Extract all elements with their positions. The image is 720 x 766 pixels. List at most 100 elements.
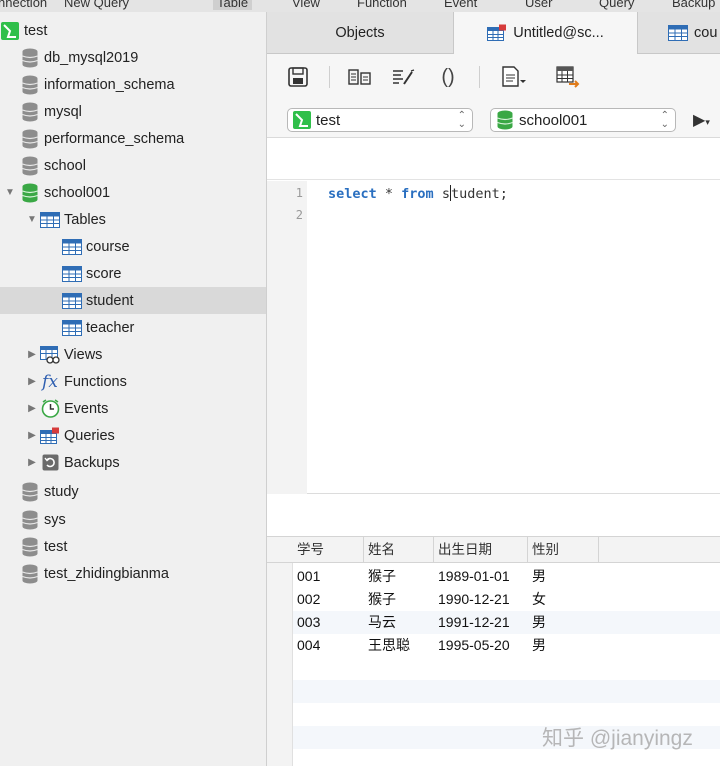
grid-cell[interactable]: 004 xyxy=(293,634,320,657)
disclosure-expanded-icon[interactable]: ▼ xyxy=(26,214,38,225)
database-select-value: school001 xyxy=(519,111,588,129)
database-icon xyxy=(20,537,40,557)
grid-cell[interactable]: 1989-01-01 xyxy=(434,565,510,588)
column-header[interactable]: 性别 xyxy=(528,537,599,563)
tree-db-school001[interactable]: ▼ school001 xyxy=(0,179,266,206)
menu-table[interactable]: Table xyxy=(213,0,253,10)
grid-cell[interactable]: 猴子 xyxy=(364,565,396,588)
menu-event[interactable]: Event xyxy=(444,0,477,10)
tree-table-student[interactable]: student xyxy=(0,287,266,314)
table-icon xyxy=(668,23,688,43)
tab-objects[interactable]: Objects xyxy=(267,12,453,54)
tree-db-sys[interactable]: sys xyxy=(0,506,266,533)
disclosure-collapsed-icon[interactable]: ▶ xyxy=(26,457,38,468)
snippet-icon[interactable] xyxy=(501,64,527,90)
disclosure-collapsed-icon[interactable]: ▶ xyxy=(26,349,38,360)
tree-group-functions[interactable]: ▶ fx Functions xyxy=(0,368,266,395)
database-icon xyxy=(20,129,40,149)
connection-select[interactable]: test ⌃ ⌄ xyxy=(287,108,473,132)
tree-db-school[interactable]: school xyxy=(0,152,266,179)
menu-view[interactable]: View xyxy=(292,0,320,10)
grid-cell[interactable]: 001 xyxy=(293,565,320,588)
tree-group-tables[interactable]: ▼ Tables xyxy=(0,206,266,233)
sql-text: * xyxy=(376,186,402,202)
database-icon xyxy=(20,482,40,502)
tree-label: Functions xyxy=(64,373,127,390)
table-row[interactable]: 004 王思聪 1995-05-20 男 xyxy=(293,634,720,657)
query-toolbar: () xyxy=(267,54,720,100)
disclosure-collapsed-icon[interactable]: ▶ xyxy=(26,430,38,441)
tab-untitled-query[interactable]: Untitled@sc... xyxy=(453,12,638,54)
connection-icon xyxy=(292,110,312,130)
tree-connection-test[interactable]: test xyxy=(0,17,266,44)
tree-group-events[interactable]: ▶ Events xyxy=(0,395,266,422)
grid-cell[interactable]: 003 xyxy=(293,611,320,634)
grid-cell[interactable]: 女 xyxy=(528,588,546,611)
table-row[interactable]: 003 马云 1991-12-21 男 xyxy=(293,611,720,634)
column-header[interactable]: 学号 xyxy=(293,537,364,563)
tree-db-test-zhidingbianma[interactable]: test_zhidingbianma xyxy=(0,560,266,587)
tree-label: test xyxy=(24,22,48,39)
tree-db-mysql[interactable]: mysql xyxy=(0,98,266,125)
grid-cell[interactable]: 猴子 xyxy=(364,588,396,611)
tree-db-study[interactable]: study xyxy=(0,478,266,505)
disclosure-collapsed-icon[interactable]: ▶ xyxy=(26,376,38,387)
grid-cell[interactable]: 王思聪 xyxy=(364,634,410,657)
tree-table-score[interactable]: score xyxy=(0,260,266,287)
database-select[interactable]: school001 ⌃ ⌄ xyxy=(490,108,676,132)
menu-function[interactable]: Function xyxy=(357,0,407,10)
explain-icon[interactable] xyxy=(347,64,373,90)
table-icon xyxy=(62,264,82,284)
save-icon[interactable] xyxy=(285,64,311,90)
tree-db-information-schema[interactable]: information_schema xyxy=(0,71,266,98)
tree-group-backups[interactable]: ▶ Backups xyxy=(0,449,266,476)
tab-label: Untitled@sc... xyxy=(513,25,604,41)
table-export-icon[interactable] xyxy=(555,64,581,90)
run-icon[interactable]: ▶▾ xyxy=(693,110,710,130)
menu-connection[interactable]: nnection xyxy=(0,0,47,10)
menu-user[interactable]: User xyxy=(525,0,552,10)
tree-table-teacher[interactable]: teacher xyxy=(0,314,266,341)
database-icon xyxy=(20,156,40,176)
disclosure-collapsed-icon[interactable]: ▶ xyxy=(26,403,38,414)
disclosure-expanded-icon[interactable]: ▼ xyxy=(4,187,16,198)
tree-table-course[interactable]: course xyxy=(0,233,266,260)
empty-row xyxy=(293,680,720,703)
tree-db-test[interactable]: test xyxy=(0,533,266,560)
grid-cell[interactable]: 1990-12-21 xyxy=(434,588,510,611)
table-row[interactable]: 001 猴子 1989-01-01 男 xyxy=(293,565,720,588)
tree-group-views[interactable]: ▶ Views xyxy=(0,341,266,368)
tree-db-db-mysql2019[interactable]: db_mysql2019 xyxy=(0,44,266,71)
tree-db-performance-schema[interactable]: performance_schema xyxy=(0,125,266,152)
object-tree-sidebar: test db_mysql2019 information_schema mys… xyxy=(0,12,267,766)
grid-cell[interactable]: 男 xyxy=(528,634,546,657)
row-gutter xyxy=(267,563,293,766)
table-icon xyxy=(62,291,82,311)
beautify-icon[interactable] xyxy=(391,64,417,90)
menu-backup[interactable]: Backup xyxy=(672,0,715,10)
grid-cell[interactable]: 男 xyxy=(528,565,546,588)
table-row[interactable]: 002 猴子 1990-12-21 女 xyxy=(293,588,720,611)
tree-label: Events xyxy=(64,400,109,417)
sql-editor[interactable]: 1 2 select * from student; xyxy=(267,181,720,494)
menu-new-query[interactable]: New Query xyxy=(64,0,129,10)
tree-label: test xyxy=(44,538,68,555)
grid-cell[interactable]: 1991-12-21 xyxy=(434,611,510,634)
menu-query[interactable]: Query xyxy=(599,0,634,10)
database-active-icon xyxy=(20,183,40,203)
grid-cell[interactable]: 男 xyxy=(528,611,546,634)
grid-cell[interactable]: 1995-05-20 xyxy=(434,634,510,657)
column-header[interactable]: 姓名 xyxy=(364,537,434,563)
parentheses-icon[interactable]: () xyxy=(435,64,461,90)
query-icon xyxy=(487,23,507,43)
tree-label: information_schema xyxy=(44,76,175,93)
database-icon xyxy=(20,564,40,584)
grid-cell[interactable]: 马云 xyxy=(364,611,396,634)
column-header[interactable]: 出生日期 xyxy=(434,537,528,563)
tree-group-queries[interactable]: ▶ Queries xyxy=(0,422,266,449)
tree-label: mysql xyxy=(44,103,82,120)
tree-label: course xyxy=(86,238,130,255)
grid-cell[interactable]: 002 xyxy=(293,588,320,611)
tab-course-table[interactable]: cou xyxy=(638,12,720,54)
backup-icon xyxy=(40,453,60,473)
